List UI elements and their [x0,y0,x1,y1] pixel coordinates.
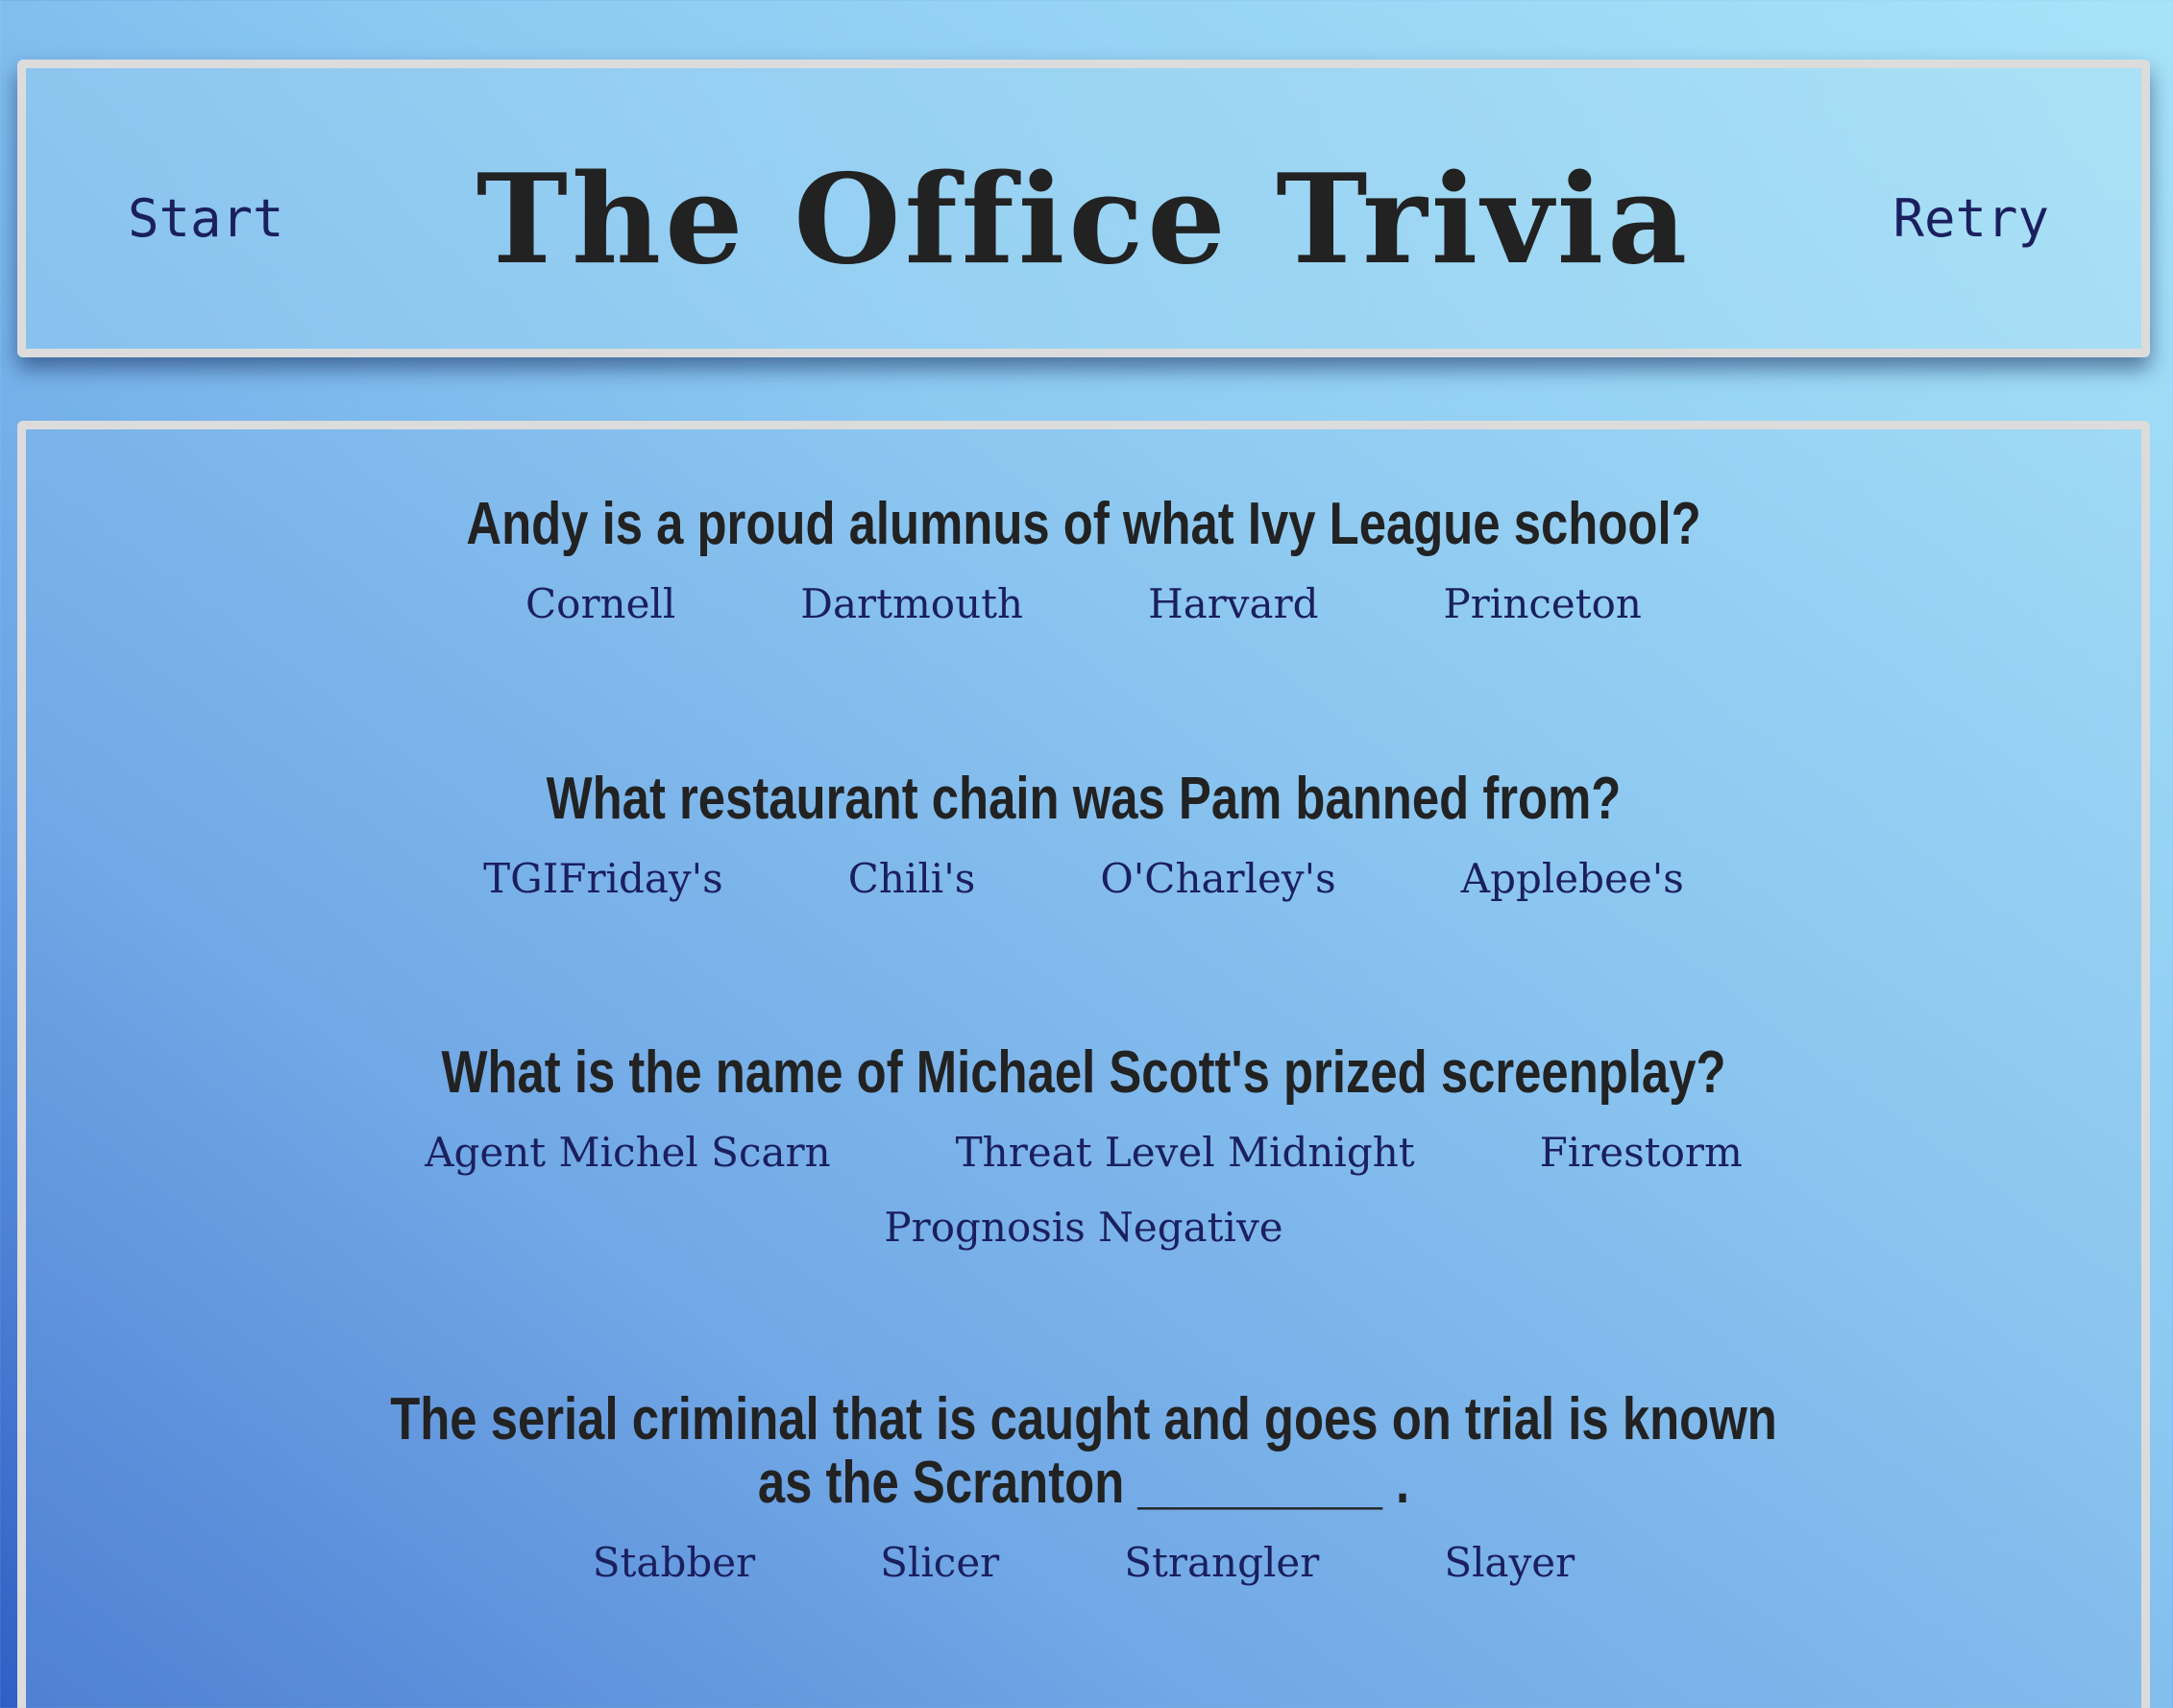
answer-option[interactable]: Prognosis Negative [884,1203,1282,1253]
answer-option[interactable]: Applebee's [1461,854,1684,904]
answer-option[interactable]: Agent Michel Scarn [425,1128,830,1178]
start-button[interactable]: Start [128,193,284,245]
question-text: What is the name of Michael Scott's priz… [441,1039,1726,1106]
question-text: Andy is a proud alumnus of what Ivy Leag… [466,491,1701,557]
answer-list: Stabber Slicer Strangler Slayer [26,1538,2141,1588]
question-block-1: Andy is a proud alumnus of what Ivy Leag… [26,493,2141,629]
answer-option[interactable]: Slicer [880,1538,999,1588]
answer-list: TGIFriday's Chili's O'Charley's Applebee… [26,854,2141,904]
answer-option[interactable]: O'Charley's [1100,854,1335,904]
question-block-3: What is the name of Michael Scott's priz… [26,1041,2141,1253]
answer-option[interactable]: Cornell [525,579,675,629]
answer-option[interactable]: Slayer [1444,1538,1575,1588]
answer-list: Agent Michel Scarn Threat Level Midnight… [411,1128,1756,1253]
quiz-panel: Andy is a proud alumnus of what Ivy Leag… [17,421,2150,1708]
answer-option[interactable]: Princeton [1444,579,1642,629]
question-text: What restaurant chain was Pam banned fro… [546,766,1622,832]
answer-option[interactable]: Strangler [1124,1538,1319,1588]
answer-list: Cornell Dartmouth Harvard Princeton [26,579,2141,629]
answer-option[interactable]: Harvard [1148,579,1318,629]
answer-option[interactable]: Dartmouth [800,579,1023,629]
question-text: The serial criminal that is caught and g… [390,1386,1777,1516]
question-block-2: What restaurant chain was Pam banned fro… [26,768,2141,904]
answer-option[interactable]: TGIFriday's [483,854,723,904]
answer-option[interactable]: Stabber [593,1538,755,1588]
answer-option[interactable]: Chili's [848,854,976,904]
answer-option[interactable]: Firestorm [1540,1128,1743,1178]
retry-button[interactable]: Retry [1892,193,2049,245]
answer-option[interactable]: Threat Level Midnight [956,1128,1415,1178]
header-bar: Start The Office Trivia Retry [17,60,2150,357]
question-block-4: The serial criminal that is caught and g… [26,1388,2141,1588]
page-title: The Office Trivia [476,148,1692,292]
